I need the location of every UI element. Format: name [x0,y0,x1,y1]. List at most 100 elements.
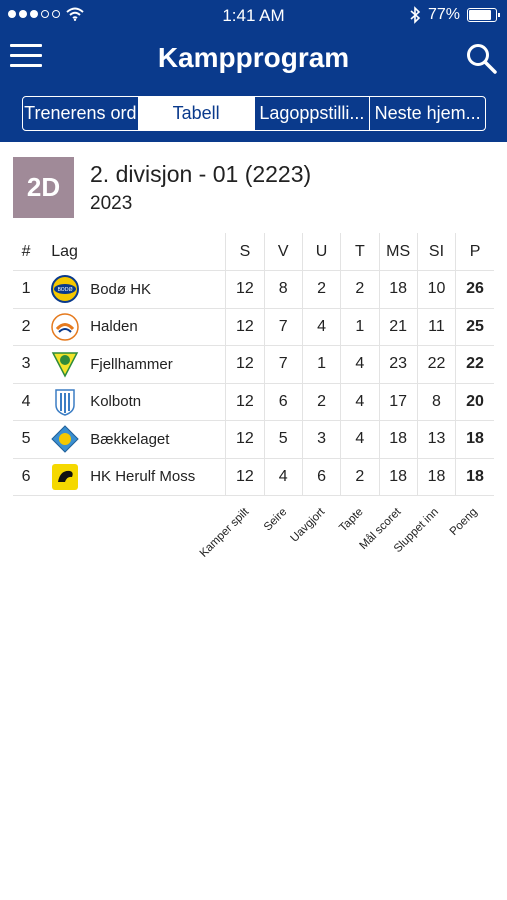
cell-points: 18 [455,420,494,459]
cell-losses: 2 [340,458,379,496]
cell-played: 12 [225,420,265,459]
team-cell: BODØ Bodø HK [39,270,226,309]
table-row[interactable]: 6 HK Herulf Moss 12 4 6 2 18 18 18 [13,458,494,496]
cell-goals-against: 18 [416,458,456,496]
cell-goals-for: 18 [378,420,418,459]
legend-poeng: Poeng [447,506,480,539]
cell-wins: 5 [263,420,303,459]
team-name: Bodø HK [90,280,152,298]
status-bar: 1:41 AM 77% [0,0,507,32]
row-rank: 6 [13,458,40,496]
league-name: 2. divisjon - 01 (2223) [90,161,312,187]
cell-goals-for: 23 [378,345,418,384]
row-rank: 5 [13,420,40,459]
cell-goals-for: 21 [378,308,418,346]
battery-level [469,10,491,20]
cell-goals-against: 11 [416,308,456,346]
bluetooth-icon [410,6,421,24]
cell-played: 12 [225,383,265,421]
tab-neste-hjemmekamp[interactable]: Neste hjem... [370,97,485,130]
cell-draws: 2 [301,383,341,421]
tab-bar: Trenerens ord Tabell Lagoppstilli... Nes… [22,96,486,131]
cell-losses: 4 [340,420,379,459]
cell-points: 25 [455,308,494,346]
cell-goals-for: 17 [378,383,418,421]
cell-goals-against: 8 [416,383,456,421]
bodo-hk-logo-icon: BODØ [51,275,80,304]
header-played: S [225,233,265,271]
table-row[interactable]: 4 Kolbotn 12 6 2 4 17 8 20 [13,383,494,421]
cell-played: 12 [225,458,265,496]
cell-points: 18 [455,458,494,496]
team-name: Halden [90,318,138,336]
league-header: 2D 2. divisjon - 01 (2223) 2023 [13,157,493,219]
row-rank: 1 [13,270,40,309]
cell-wins: 8 [263,270,303,309]
fjellhammer-logo-icon [51,352,79,378]
cell-points: 20 [455,383,494,421]
cell-losses: 4 [340,383,379,421]
cell-played: 12 [225,345,265,384]
cell-goals-against: 10 [416,270,456,309]
header-goals-against: SI [416,233,456,271]
table-row[interactable]: 1 BODØ Bodø HK 12 8 2 2 18 10 26 [13,270,494,309]
team-cell: Kolbotn [39,383,226,421]
team-cell: Bækkelaget [39,420,226,459]
cell-goals-for: 18 [378,458,418,496]
cell-wins: 7 [263,308,303,346]
legend-tapte: Tapte [337,506,366,535]
legend-kamper-spilt: Kamper spilt [197,506,252,560]
row-rank: 2 [13,308,40,346]
cell-draws: 6 [301,458,341,496]
header-wins: V [263,233,303,271]
cell-played: 12 [225,308,265,346]
svg-text:BODØ: BODØ [58,286,73,293]
cell-points: 26 [455,270,494,309]
cell-goals-against: 13 [416,420,456,459]
kolbotn-logo-icon [55,389,75,416]
cell-wins: 6 [263,383,303,421]
table-header-row: # Lag S V U T MS SI P [13,233,494,271]
team-name: Bækkelaget [90,430,170,448]
battery-percent: 77% [427,6,460,23]
header-team: Lag [39,233,226,271]
battery-icon [467,8,500,22]
app-header: 1:41 AM 77% Kampprogram Trenerens ord Ta… [0,0,507,142]
standings-table: # Lag S V U T MS SI P 1 BODØ Bodø HK 12 … [13,233,494,496]
baekkelaget-logo-icon [51,425,79,453]
legend-uavgjort: Uavgjort [288,506,328,545]
cell-played: 12 [225,270,265,309]
header-draws: U [301,233,341,271]
cell-losses: 2 [340,270,379,309]
header-points: P [455,233,494,271]
tab-lagoppstilling[interactable]: Lagoppstilli... [255,97,371,130]
herulf-moss-logo-icon [52,463,79,490]
cell-draws: 3 [301,420,341,459]
table-row[interactable]: 2 Halden 12 7 4 1 21 11 25 [13,308,494,346]
cell-draws: 2 [301,270,341,309]
tab-tabell[interactable]: Tabell [138,97,255,130]
team-name: Fjellhammer [90,355,173,373]
header-losses: T [340,233,379,271]
cell-goals-against: 22 [416,345,456,384]
legend-seire: Seire [262,506,290,534]
table-row[interactable]: 5 Bækkelaget 12 5 3 4 18 13 18 [13,420,494,459]
halden-logo-icon [51,313,79,341]
cell-wins: 7 [263,345,303,384]
cell-losses: 4 [340,345,379,384]
tab-trenerens-ord[interactable]: Trenerens ord [23,97,139,130]
table-row[interactable]: 3 Fjellhammer 12 7 1 4 23 22 22 [13,345,494,384]
cell-draws: 4 [301,308,341,346]
team-name: HK Herulf Moss [90,468,196,486]
cell-draws: 1 [301,345,341,384]
league-year: 2023 [90,193,133,214]
team-cell: Halden [39,308,226,346]
search-icon[interactable] [465,42,497,74]
cell-wins: 4 [263,458,303,496]
column-legend: Kamper spilt Seire Uavgjort Tapte Mål sc… [0,500,507,580]
team-cell: Fjellhammer [39,345,226,384]
row-rank: 3 [13,345,40,384]
page-title: Kampprogram [157,42,350,73]
cell-goals-for: 18 [378,270,418,309]
cell-points: 22 [455,345,494,384]
